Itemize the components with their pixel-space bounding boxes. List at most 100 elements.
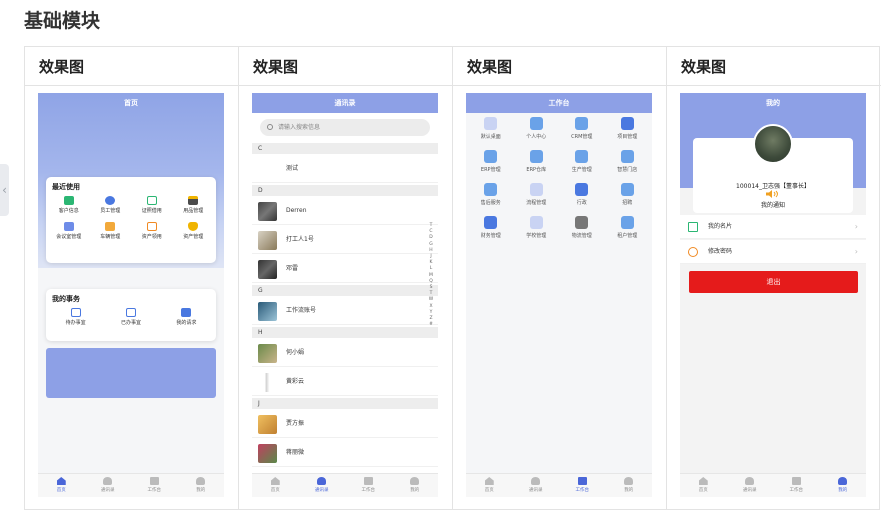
workbench-item[interactable]: 学校管理 — [514, 216, 560, 245]
preview-grid: 效果图 首页 最近使用 客户信息 员工管理 证照借用 用品管理 会议室管理 车辆… — [24, 46, 881, 510]
contact-row[interactable]: 打工人1号 — [252, 226, 438, 254]
contact-row[interactable]: 工作流账号 — [252, 297, 438, 325]
user-icon — [529, 117, 543, 130]
contact-row[interactable]: 何小娟 — [252, 339, 438, 367]
speaker-icon[interactable] — [766, 190, 780, 198]
workbench-item[interactable]: ERP管理 — [468, 150, 514, 179]
contact-row[interactable]: 邓雷 — [252, 255, 438, 283]
tab-bar: 首页 通讯录 工作台 我的 — [38, 473, 224, 497]
meeting-icon — [63, 222, 74, 231]
avatar — [258, 302, 277, 321]
person-icon — [196, 477, 206, 485]
avatar[interactable] — [753, 124, 793, 164]
avatar — [258, 231, 277, 250]
production-icon — [575, 150, 589, 163]
tab-contacts[interactable]: 通讯录 — [513, 474, 560, 497]
tab-contacts[interactable]: 通讯录 — [727, 474, 774, 497]
recent-item-supplies[interactable]: 用品管理 — [173, 196, 215, 216]
contact-row[interactable]: 贾方振 — [252, 410, 438, 438]
workbench-item[interactable]: 项目管理 — [605, 117, 651, 146]
avatar — [258, 344, 277, 363]
contact-row[interactable]: 蒋丽微 — [252, 439, 438, 467]
tab-workbench[interactable]: 工作台 — [131, 474, 178, 497]
banner[interactable] — [46, 348, 216, 398]
tab-mine[interactable]: 我的 — [178, 474, 225, 497]
index-letter[interactable]: W — [428, 297, 434, 303]
recent-item-license[interactable]: 证照借用 — [131, 196, 173, 216]
workbench-item[interactable]: 物流管理 — [559, 216, 605, 245]
workbench-item[interactable]: 财务管理 — [468, 216, 514, 245]
workbench-grid: 默认桌面 个人中心 CRM管理 项目管理 ERP管理 ERP仓库 生产管理 智慧门店售后服务流… — [468, 117, 650, 245]
tab-contacts[interactable]: 通讯录 — [85, 474, 132, 497]
tab-home[interactable]: 首页 — [252, 474, 299, 497]
phone-workbench: 工作台 默认桌面 个人中心 CRM管理 项目管理 ERP管理 ERP仓库 生产管理 智慧门店售… — [466, 93, 652, 497]
workbench-icon — [149, 477, 159, 485]
alphabet-index[interactable]: T C D G H J K L M Q S T W X Y Z # — [428, 223, 434, 328]
page-title: 我的 — [766, 99, 780, 107]
workbench-item[interactable]: 流程管理 — [514, 183, 560, 212]
tab-mine[interactable]: 我的 — [820, 474, 867, 497]
contact-row[interactable]: Derren — [252, 197, 438, 225]
tab-home[interactable]: 首页 — [38, 474, 85, 497]
workbench-item[interactable]: ERP仓库 — [514, 150, 560, 179]
logout-button[interactable]: 退出 — [689, 271, 858, 293]
notice-link[interactable]: 我的通知 — [693, 200, 853, 209]
recent-item-asset-claim[interactable]: 资产领用 — [131, 222, 173, 242]
search-input[interactable]: 请输入搜索信息 — [260, 119, 430, 136]
recent-item-asset-manage[interactable]: 资产管理 — [173, 222, 215, 242]
home-icon — [56, 477, 66, 485]
workbench-item[interactable]: 招聘 — [605, 183, 651, 212]
phone-home: 首页 最近使用 客户信息 员工管理 证照借用 用品管理 会议室管理 车辆管理 资… — [38, 93, 224, 497]
index-letter[interactable]: # — [428, 322, 434, 328]
workbench-item[interactable]: CRM管理 — [559, 117, 605, 146]
project-icon — [620, 117, 634, 130]
tab-home[interactable]: 首页 — [680, 474, 727, 497]
tab-contacts[interactable]: 通讯录 — [299, 474, 346, 497]
contact-row[interactable]: 测试 — [252, 155, 438, 183]
request-doc-icon — [181, 308, 192, 317]
workbench-item[interactable]: 租户管理 — [605, 216, 651, 245]
affairs-title: 我的事务 — [52, 295, 80, 303]
collapse-sidebar-handle[interactable]: ‹ — [0, 164, 9, 216]
phone-contacts: 通讯录 请输入搜索信息 C 测试 D Derren 打工人1号 邓雷 G 工作流… — [252, 93, 438, 497]
column-header: 效果图 — [453, 47, 666, 86]
printer-icon — [188, 196, 199, 205]
workbench-item[interactable]: 行政 — [559, 183, 605, 212]
id-card-icon — [63, 196, 74, 205]
tab-mine[interactable]: 我的 — [606, 474, 653, 497]
workbench-item[interactable]: 生产管理 — [559, 150, 605, 179]
menu-business-card[interactable]: 我的名片 › — [680, 215, 866, 239]
contact-row[interactable]: 黄彩云 — [252, 368, 438, 396]
store-icon — [620, 150, 634, 163]
tab-workbench[interactable]: 工作台 — [345, 474, 392, 497]
recent-item-customer[interactable]: 客户信息 — [48, 196, 90, 216]
asset-claim-icon — [146, 222, 157, 231]
avatar — [258, 160, 277, 179]
logistics-icon — [575, 216, 589, 229]
affairs-todo[interactable]: 待办事宜 — [48, 308, 103, 328]
affairs-done[interactable]: 已办事宜 — [103, 308, 158, 328]
column-header: 效果图 — [239, 47, 452, 86]
home-icon — [484, 477, 494, 485]
workbench-item[interactable]: 个人中心 — [514, 117, 560, 146]
tab-bar: 首页 通讯录 工作台 我的 — [680, 473, 866, 497]
affairs-requests[interactable]: 我的请求 — [159, 308, 214, 328]
workbench-item[interactable]: 售后服务 — [468, 183, 514, 212]
recent-card: 最近使用 客户信息 员工管理 证照借用 用品管理 会议室管理 车辆管理 资产领用… — [46, 177, 216, 263]
erp-icon — [484, 150, 498, 163]
workbench-item[interactable]: 智慧门店 — [605, 150, 651, 179]
tab-workbench[interactable]: 工作台 — [559, 474, 606, 497]
recent-item-staff[interactable]: 员工管理 — [90, 196, 132, 216]
page-title: 首页 — [124, 99, 138, 107]
tab-mine[interactable]: 我的 — [392, 474, 439, 497]
users-icon — [105, 196, 116, 205]
group-letter: H — [252, 327, 438, 338]
recent-item-meeting[interactable]: 会议室管理 — [48, 222, 90, 242]
menu-change-password[interactable]: 修改密码 › — [680, 240, 866, 264]
clipboard-icon — [70, 308, 81, 317]
tab-home[interactable]: 首页 — [466, 474, 513, 497]
tab-workbench[interactable]: 工作台 — [773, 474, 820, 497]
recent-item-vehicle[interactable]: 车辆管理 — [90, 222, 132, 242]
workbench-item[interactable]: 默认桌面 — [468, 117, 514, 146]
tenant-icon — [620, 216, 634, 229]
